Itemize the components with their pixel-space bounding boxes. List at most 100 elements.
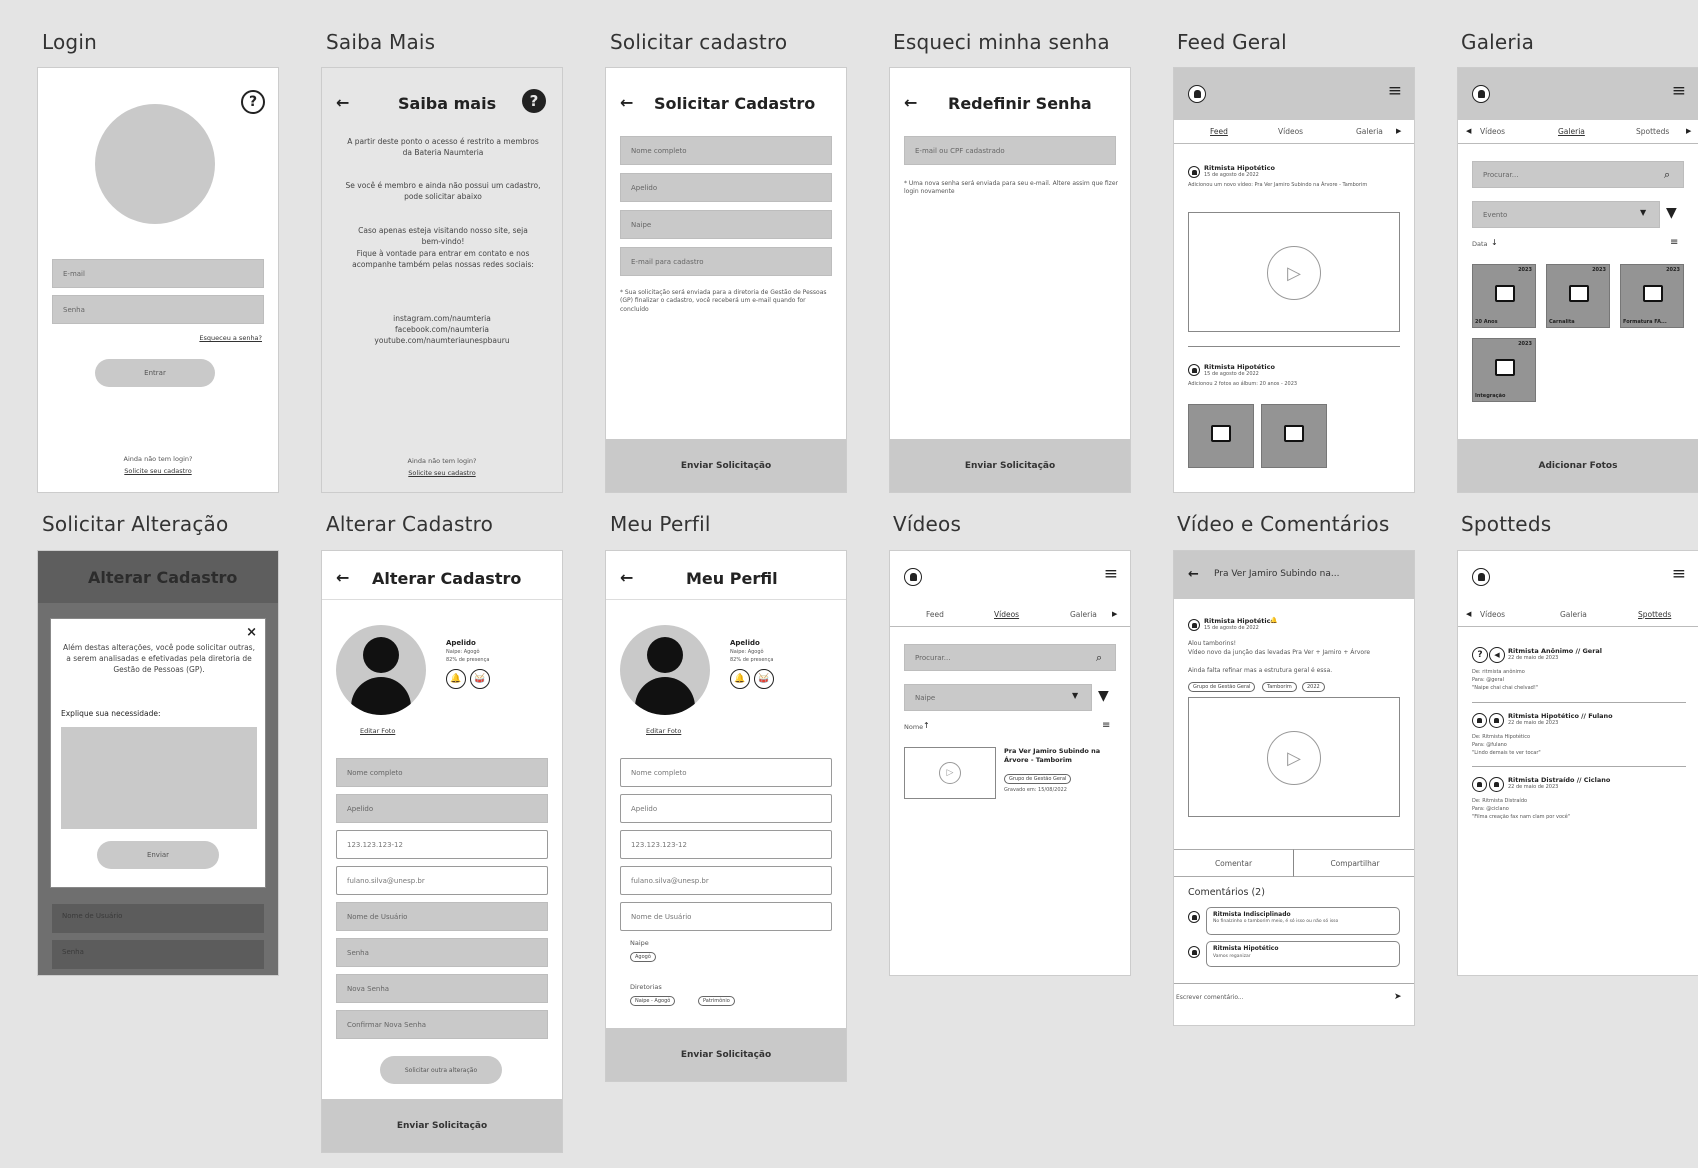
help-icon[interactable]: ? — [241, 90, 265, 114]
new-password-field[interactable]: Nova Senha — [336, 974, 548, 1003]
album-thumbnail[interactable]: 2023 Formatura FA... — [1620, 264, 1684, 328]
search-icon[interactable]: ⌕ — [1664, 168, 1670, 182]
send-button[interactable]: Enviar — [97, 841, 219, 869]
sort-label[interactable]: Nome — [904, 723, 923, 732]
other-change-button[interactable]: Solicitar outra alteração — [380, 1056, 502, 1084]
facebook-link[interactable]: facebook.com/naumteria — [322, 325, 562, 336]
play-icon[interactable]: ▷ — [1267, 246, 1321, 300]
forgot-password-link[interactable]: Esqueceu a senha? — [199, 334, 262, 342]
cpf-field[interactable]: 123.123.123-12 — [620, 830, 832, 859]
play-icon[interactable]: ▷ — [1267, 731, 1321, 785]
full-name-field[interactable]: Nome completo — [336, 758, 548, 787]
share-button[interactable]: Compartilhar — [1294, 849, 1414, 877]
list-view-icon[interactable]: ≡ — [1102, 720, 1110, 731]
request-signup-link[interactable]: Solicite seu cadastro — [38, 467, 278, 475]
tab-videos[interactable]: Vídeos — [1480, 610, 1505, 619]
filter-icon[interactable]: ▼ — [1098, 688, 1109, 704]
avatar-icon[interactable] — [1472, 85, 1490, 103]
edit-photo-link[interactable]: Editar Foto — [646, 727, 681, 735]
menu-icon[interactable]: ≡ — [1672, 83, 1686, 100]
nickname-field[interactable]: Apelido — [336, 794, 548, 823]
request-signup-link[interactable]: Solicite seu cadastro — [322, 469, 562, 477]
instagram-link[interactable]: instagram.com/naumteria — [322, 314, 562, 325]
add-photos-button[interactable]: Adicionar Fotos — [1458, 439, 1698, 492]
sort-arrow-icon[interactable]: ↓ — [1491, 238, 1498, 247]
send-icon[interactable]: ➤ — [1394, 992, 1402, 1002]
back-arrow-icon[interactable]: ← — [336, 568, 349, 587]
search-input[interactable]: Procurar... — [1472, 161, 1684, 188]
back-arrow-icon[interactable]: ← — [620, 93, 633, 112]
email-cpf-field[interactable]: E-mail ou CPF cadastrado — [904, 136, 1116, 165]
menu-icon[interactable]: ≡ — [1672, 566, 1686, 583]
avatar-icon[interactable] — [1472, 568, 1490, 586]
menu-icon[interactable]: ≡ — [1388, 83, 1402, 100]
submit-button[interactable]: Enviar Solicitação — [606, 1028, 846, 1081]
youtube-link[interactable]: youtube.com/naumteriaunespbauru — [322, 336, 562, 347]
password-field[interactable]: Senha — [336, 938, 548, 967]
tab-galeria[interactable]: Galeria — [1558, 127, 1585, 136]
tab-galeria[interactable]: Galeria — [1560, 610, 1587, 619]
email-field[interactable]: E-mail — [52, 259, 264, 288]
naipe-select[interactable]: Naipe — [904, 684, 1092, 711]
prev-tab-icon[interactable]: ◀ — [1466, 127, 1471, 135]
full-name-field[interactable]: Nome completo — [620, 136, 832, 165]
username-field[interactable]: Nome de Usuário — [620, 902, 832, 931]
comment-button[interactable]: Comentar — [1174, 849, 1294, 877]
play-icon[interactable]: ▷ — [939, 762, 961, 784]
password-field[interactable]: Senha — [52, 295, 264, 324]
back-arrow-icon[interactable]: ← — [336, 93, 349, 112]
submit-button[interactable]: Enviar Solicitação — [890, 439, 1130, 492]
album-thumbnail[interactable]: 2023 Carnalita — [1546, 264, 1610, 328]
photo-thumbnail[interactable] — [1188, 404, 1254, 468]
video-player[interactable]: ▷ — [1188, 697, 1400, 817]
next-tab-icon[interactable]: ▶ — [1686, 127, 1691, 135]
back-arrow-icon[interactable]: ← — [1188, 567, 1199, 582]
album-thumbnail[interactable]: 2023 Integração — [1472, 338, 1536, 402]
sort-arrow-icon[interactable]: ↑ — [923, 721, 930, 730]
email-field[interactable]: fulano.silva@unesp.br — [336, 866, 548, 895]
tab-videos[interactable]: Vídeos — [1480, 127, 1505, 136]
chevron-down-icon[interactable]: ▼ — [1072, 691, 1078, 700]
photo-thumbnail[interactable] — [1261, 404, 1327, 468]
close-icon[interactable]: × — [246, 625, 257, 640]
username-field[interactable]: Nome de Usuário — [336, 902, 548, 931]
video-thumbnail[interactable]: ▷ — [904, 747, 996, 799]
submit-button[interactable]: Enviar Solicitação — [322, 1099, 562, 1152]
tab-galeria[interactable]: Galeria — [1356, 127, 1383, 136]
comment-input[interactable]: Escrever comentário... — [1176, 994, 1244, 1002]
tab-feed[interactable]: Feed — [926, 610, 944, 619]
submit-button[interactable]: Enviar Solicitação — [606, 439, 846, 492]
prev-tab-icon[interactable]: ◀ — [1466, 610, 1471, 618]
next-tab-icon[interactable]: ▶ — [1112, 610, 1117, 618]
tab-spotteds[interactable]: Spotteds — [1636, 127, 1669, 136]
tab-videos[interactable]: Vídeos — [1278, 127, 1303, 136]
naipe-field[interactable]: Naipe — [620, 210, 832, 239]
video-thumbnail[interactable]: ▷ — [1188, 212, 1400, 332]
video-title[interactable]: Pra Ver Jamiro Subindo na Árvore - Tambo… — [1004, 747, 1120, 765]
next-tab-icon[interactable]: ▶ — [1396, 127, 1401, 135]
tab-feed[interactable]: Feed — [1210, 127, 1228, 136]
avatar-icon[interactable] — [904, 568, 922, 586]
nickname-field[interactable]: Apelido — [620, 794, 832, 823]
tab-videos[interactable]: Vídeos — [994, 610, 1019, 619]
email-field[interactable]: E-mail para cadastro — [620, 247, 832, 276]
search-input[interactable]: Procurar... — [904, 644, 1116, 671]
login-button[interactable]: Entrar — [95, 359, 215, 387]
edit-photo-link[interactable]: Editar Foto — [360, 727, 395, 735]
avatar-icon[interactable] — [1188, 85, 1206, 103]
chevron-down-icon[interactable]: ▼ — [1640, 208, 1646, 217]
full-name-field[interactable]: Nome completo — [620, 758, 832, 787]
sort-label[interactable]: Data — [1472, 240, 1488, 249]
back-arrow-icon[interactable]: ← — [904, 93, 917, 112]
confirm-password-field[interactable]: Confirmar Nova Senha — [336, 1010, 548, 1039]
filter-icon[interactable]: ▼ — [1666, 205, 1677, 221]
search-icon[interactable]: ⌕ — [1096, 651, 1102, 665]
nickname-field[interactable]: Apelido — [620, 173, 832, 202]
email-field[interactable]: fulano.silva@unesp.br — [620, 866, 832, 895]
menu-icon[interactable]: ≡ — [1104, 566, 1118, 583]
event-select[interactable]: Evento — [1472, 201, 1660, 228]
back-arrow-icon[interactable]: ← — [620, 568, 633, 587]
tab-galeria[interactable]: Galeria — [1070, 610, 1097, 619]
album-thumbnail[interactable]: 2023 20 Anos — [1472, 264, 1536, 328]
explain-textarea[interactable] — [61, 727, 257, 829]
